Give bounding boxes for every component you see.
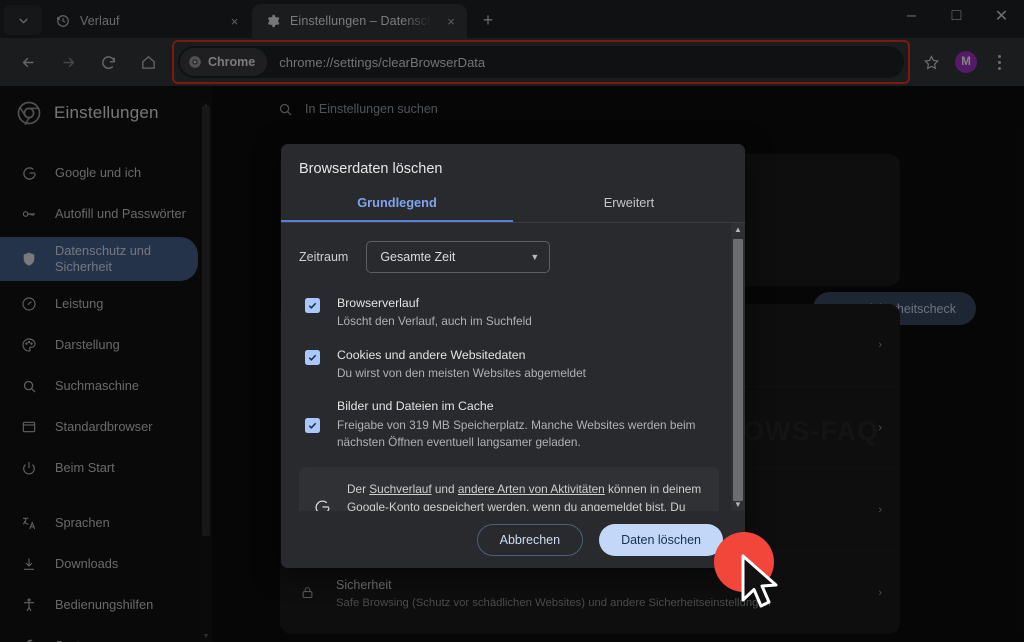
checkbox-subtitle: Löscht den Verlauf, auch im Suchfeld xyxy=(337,314,532,329)
checkbox-row-browserverlauf[interactable]: Browserverlauf Löscht den Verlauf, auch … xyxy=(299,295,719,331)
check-icon xyxy=(308,302,317,309)
google-g-icon xyxy=(313,499,332,512)
active-tab-indicator xyxy=(281,219,513,222)
mouse-pointer-icon xyxy=(741,554,778,608)
suchverlauf-link[interactable]: Suchverlauf xyxy=(369,482,431,496)
checkbox-subtitle: Du wirst von den meisten Websites abgeme… xyxy=(337,366,586,381)
delete-data-button[interactable]: Daten löschen xyxy=(599,523,723,556)
checkbox-browserverlauf[interactable] xyxy=(305,297,320,313)
chevron-down-icon: ▼ xyxy=(530,251,540,262)
checkbox-row-cookies[interactable]: Cookies und andere Websitedaten Du wirst… xyxy=(299,347,719,383)
checkbox-label: Browserverlauf Löscht den Verlauf, auch … xyxy=(337,295,719,331)
checkbox-subtitle: Freigabe von 319 MB Speicherplatz. Manch… xyxy=(337,417,696,449)
clear-browsing-data-dialog: Browserdaten löschen Grundlegend Erweite… xyxy=(281,144,745,568)
info-middle: und xyxy=(431,482,458,497)
google-account-info: Der Suchverlauf und andere Arten von Akt… xyxy=(299,467,719,512)
timerange-value: Gesamte Zeit xyxy=(380,249,456,264)
timerange-row: Zeitraum Gesamte Zeit ▼ xyxy=(299,240,719,273)
checkbox-cookies[interactable] xyxy=(305,349,320,365)
checkbox-label: Bilder und Dateien im Cache Freigabe von… xyxy=(337,398,719,451)
check-icon xyxy=(308,354,317,361)
browser-window: Verlauf × Einstellungen – Datenschutz un… xyxy=(0,0,1024,642)
dialog-body: Zeitraum Gesamte Zeit ▼ Browserverlauf L… xyxy=(281,222,745,512)
cancel-button[interactable]: Abbrechen xyxy=(476,523,584,556)
timerange-label: Zeitraum xyxy=(299,249,349,264)
dialog-scrollbar-thumb[interactable] xyxy=(733,238,743,501)
scroll-down-arrow-icon[interactable]: ▼ xyxy=(731,497,745,511)
google-account-info-text: Der Suchverlauf und andere Arten von Akt… xyxy=(347,480,705,511)
scroll-up-arrow-icon[interactable]: ▲ xyxy=(731,223,745,237)
checkbox-row-cache[interactable]: Bilder und Dateien im Cache Freigabe von… xyxy=(299,398,719,451)
tab-grundlegend[interactable]: Grundlegend xyxy=(281,191,513,222)
tab-erweitert[interactable]: Erweitert xyxy=(513,191,745,222)
info-prefix: Der xyxy=(347,482,370,497)
dialog-content: Zeitraum Gesamte Zeit ▼ Browserverlauf L… xyxy=(281,223,745,512)
check-icon xyxy=(308,422,317,430)
dialog-title: Browserdaten löschen xyxy=(299,161,443,177)
checkbox-title: Cookies und andere Websitedaten xyxy=(337,347,526,362)
checkbox-label: Cookies und andere Websitedaten Du wirst… xyxy=(337,347,719,383)
dialog-scrollbar[interactable]: ▲ ▼ xyxy=(731,222,745,512)
dialog-actions: Abbrechen Daten löschen xyxy=(281,511,745,568)
aktivitaeten-link[interactable]: andere Arten von Aktivitäten xyxy=(458,482,605,496)
checkbox-title: Browserverlauf xyxy=(337,295,420,310)
checkbox-title: Bilder und Dateien im Cache xyxy=(337,399,494,414)
timerange-select[interactable]: Gesamte Zeit ▼ xyxy=(366,240,551,273)
dialog-tabs: Grundlegend Erweitert xyxy=(281,191,745,222)
checkbox-cache[interactable] xyxy=(305,418,320,434)
